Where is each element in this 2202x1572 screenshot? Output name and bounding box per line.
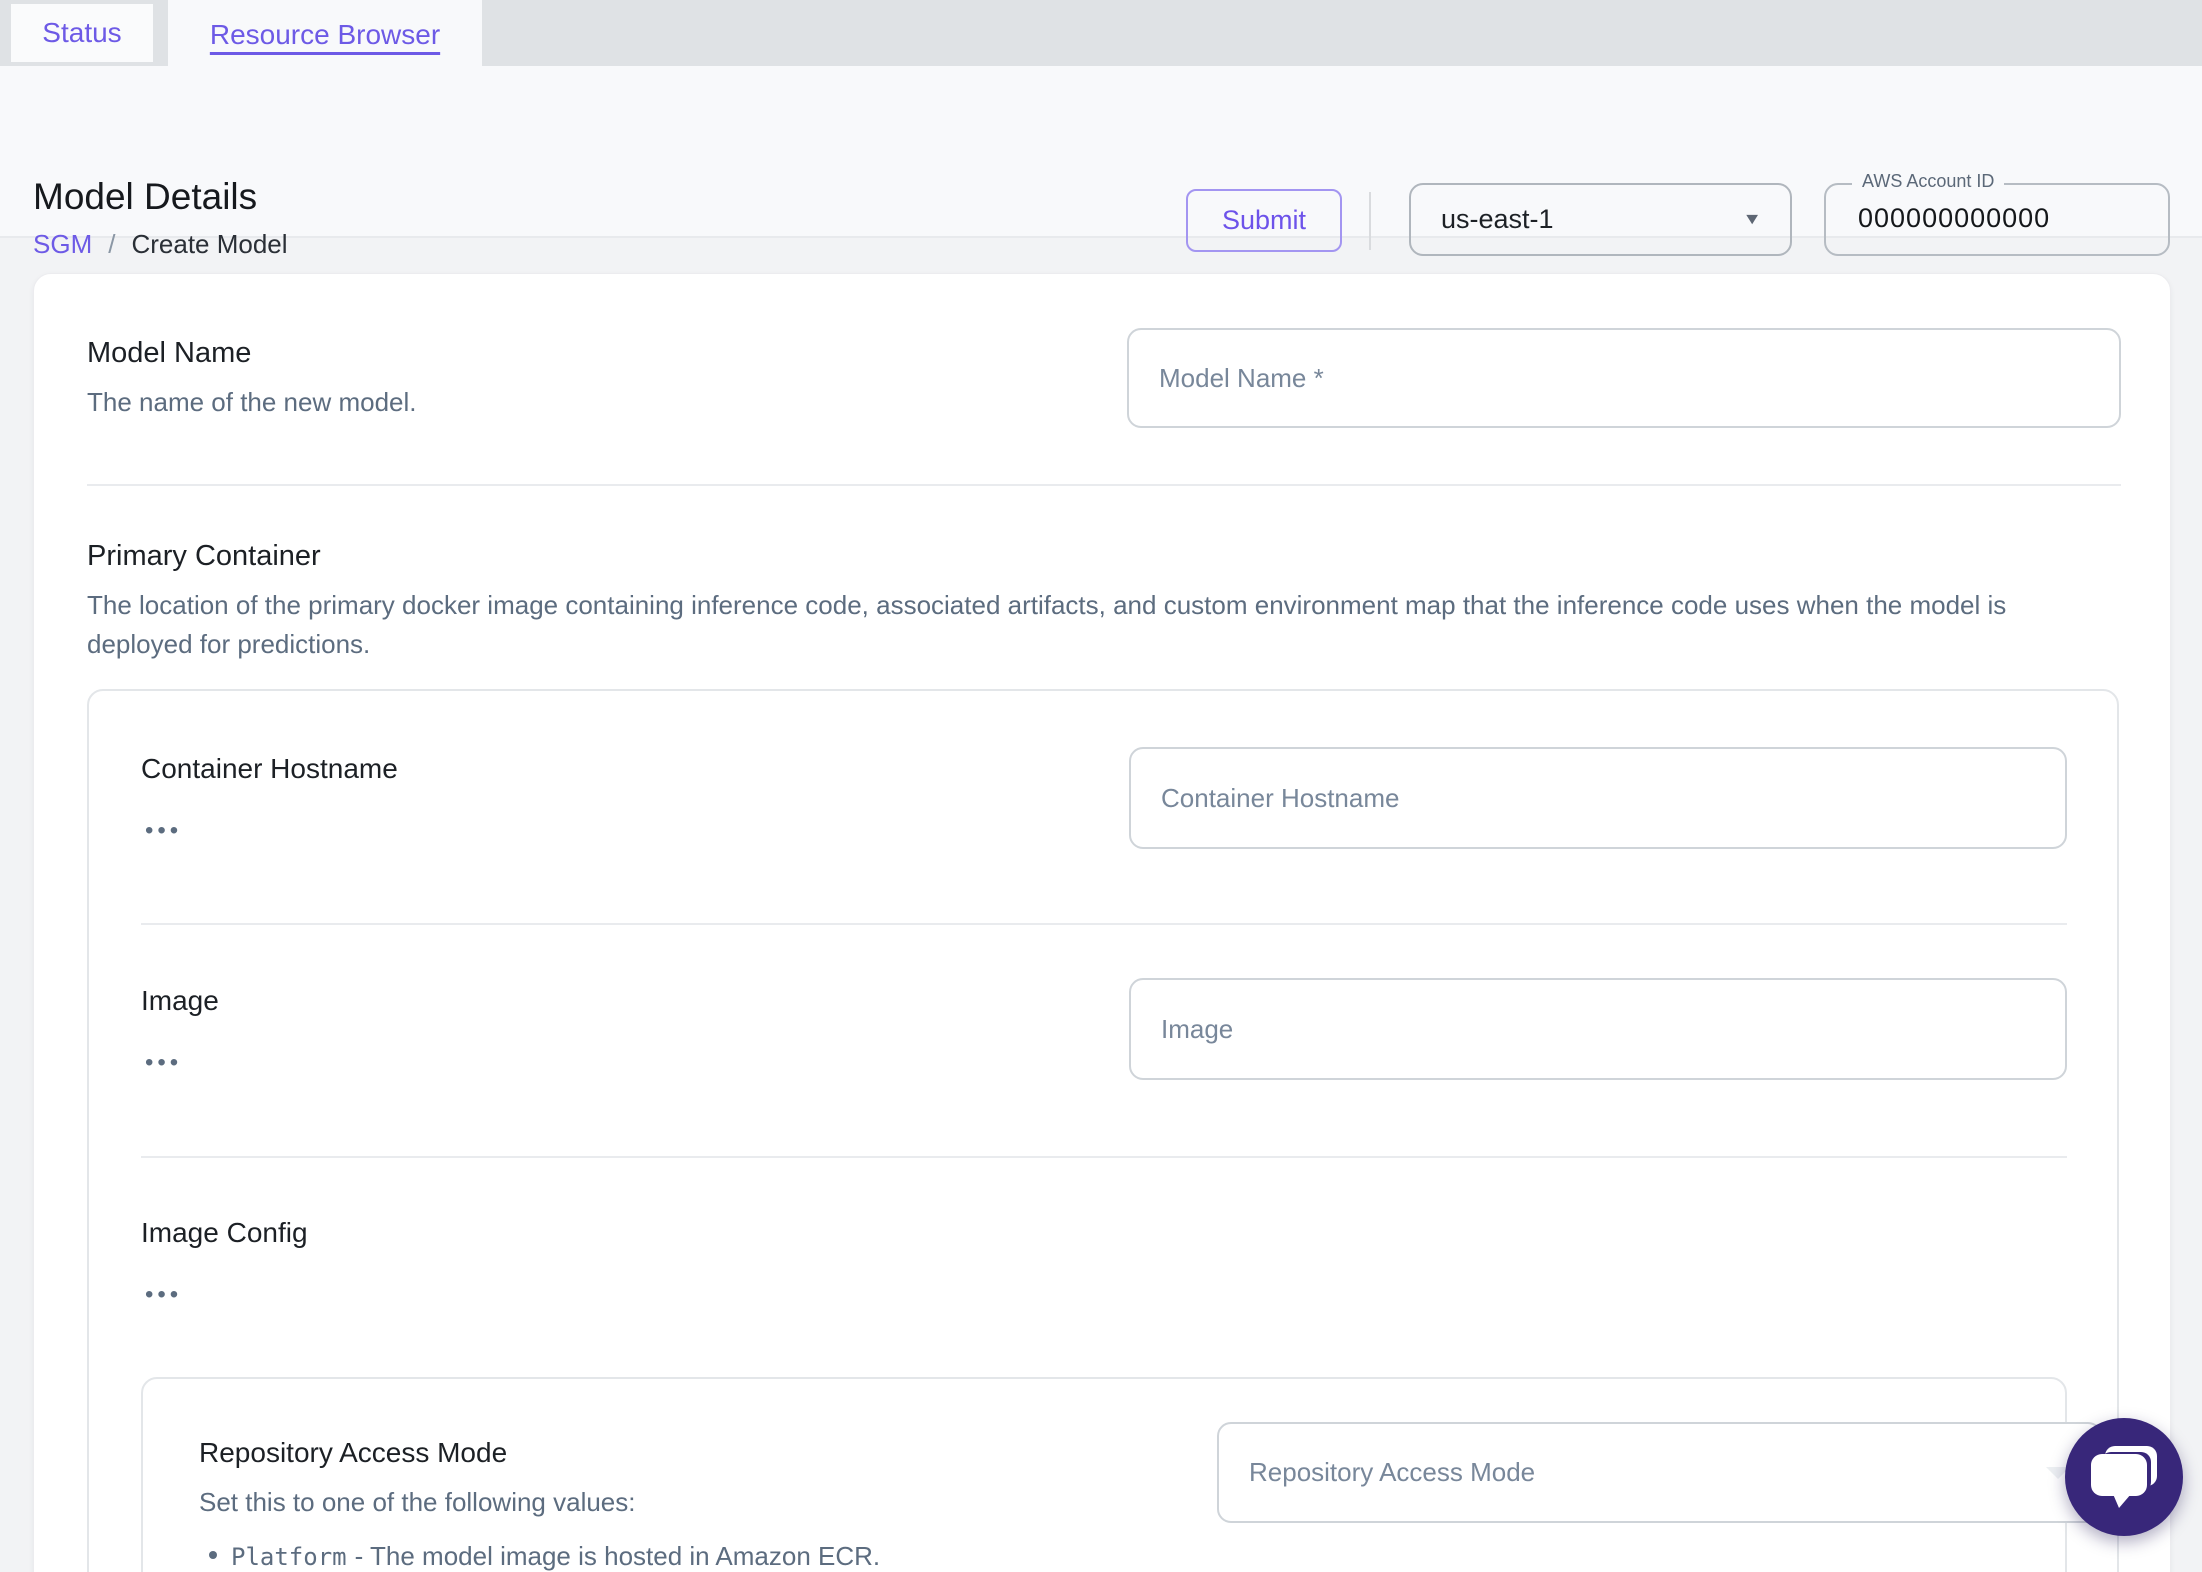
primary-container-heading: Primary Container	[87, 540, 321, 572]
aws-account-id-value: 000000000000	[1858, 203, 2051, 233]
aws-account-id-field[interactable]: AWS Account ID 000000000000	[1824, 171, 2170, 256]
model-name-heading: Model Name	[87, 337, 252, 369]
list-item: Platform - The model image is hosted in …	[209, 1541, 1080, 1572]
submit-button[interactable]: Submit	[1186, 189, 1342, 252]
chat-bubbles-icon	[2091, 1446, 2157, 1508]
field-divider	[141, 1156, 2067, 1158]
aws-account-id-label: AWS Account ID	[1852, 171, 2005, 192]
region-select[interactable]: us-east-1 ▼	[1409, 183, 1792, 256]
tab-status-label: Status	[42, 17, 122, 48]
tab-resource-browser[interactable]: Resource Browser	[168, 0, 482, 70]
page-title: Model Details	[33, 176, 258, 217]
tab-resource-browser-label: Resource Browser	[209, 19, 441, 50]
primary-container-group: Container Hostname ••• Container Hostnam…	[87, 689, 2119, 1572]
repository-access-mode-placeholder: Repository Access Mode	[1249, 1457, 1536, 1487]
breadcrumb: SGM / Create Model	[33, 229, 288, 260]
model-name-description: The name of the new model.	[87, 387, 417, 417]
option-text: - The model image is hosted in Amazon EC…	[354, 1541, 881, 1571]
breadcrumb-separator: /	[108, 229, 116, 259]
image-input[interactable]: Image	[1129, 978, 2067, 1080]
breadcrumb-root-link[interactable]: SGM	[33, 229, 92, 260]
chat-launcher-button[interactable]	[2065, 1418, 2183, 1536]
image-heading: Image	[141, 985, 219, 1016]
header-divider	[1369, 192, 1371, 250]
model-name-input[interactable]: Model Name *	[1127, 328, 2121, 428]
bullet-icon	[209, 1550, 217, 1559]
model-name-placeholder: Model Name *	[1159, 362, 1324, 393]
chevron-down-icon: ▼	[1742, 210, 1762, 228]
model-details-card: Model Name The name of the new model. Mo…	[33, 273, 2171, 1572]
container-hostname-input[interactable]: Container Hostname	[1129, 747, 2067, 849]
option-code: Platform	[231, 1543, 347, 1571]
image-placeholder: Image	[1161, 1013, 1234, 1044]
region-select-value: us-east-1	[1441, 204, 1554, 234]
container-hostname-placeholder: Container Hostname	[1161, 782, 1400, 813]
repository-access-mode-select[interactable]: Repository Access Mode	[1217, 1422, 2102, 1523]
repository-access-mode-options-list: Platform - The model image is hosted in …	[209, 1527, 1080, 1572]
breadcrumb-current: Create Model	[131, 229, 288, 259]
repository-access-mode-description: Set this to one of the following values:	[199, 1487, 636, 1517]
ellipsis-icon[interactable]: •••	[145, 819, 182, 843]
page-header: Model Details SGM / Create Model Submit …	[0, 66, 2202, 259]
section-divider	[87, 484, 2121, 486]
tab-status[interactable]: Status	[11, 4, 153, 62]
image-config-group: Repository Access Mode Set this to one o…	[141, 1377, 2102, 1572]
tab-strip: Status Resource Browser	[0, 0, 2202, 70]
ellipsis-icon[interactable]: •••	[145, 1051, 182, 1075]
repository-access-mode-heading: Repository Access Mode	[199, 1437, 508, 1468]
image-config-heading: Image Config	[141, 1217, 308, 1248]
primary-container-description: The location of the primary docker image…	[87, 590, 2007, 659]
field-divider	[141, 923, 2067, 925]
container-hostname-heading: Container Hostname	[141, 753, 398, 784]
ellipsis-icon[interactable]: •••	[145, 1283, 182, 1307]
